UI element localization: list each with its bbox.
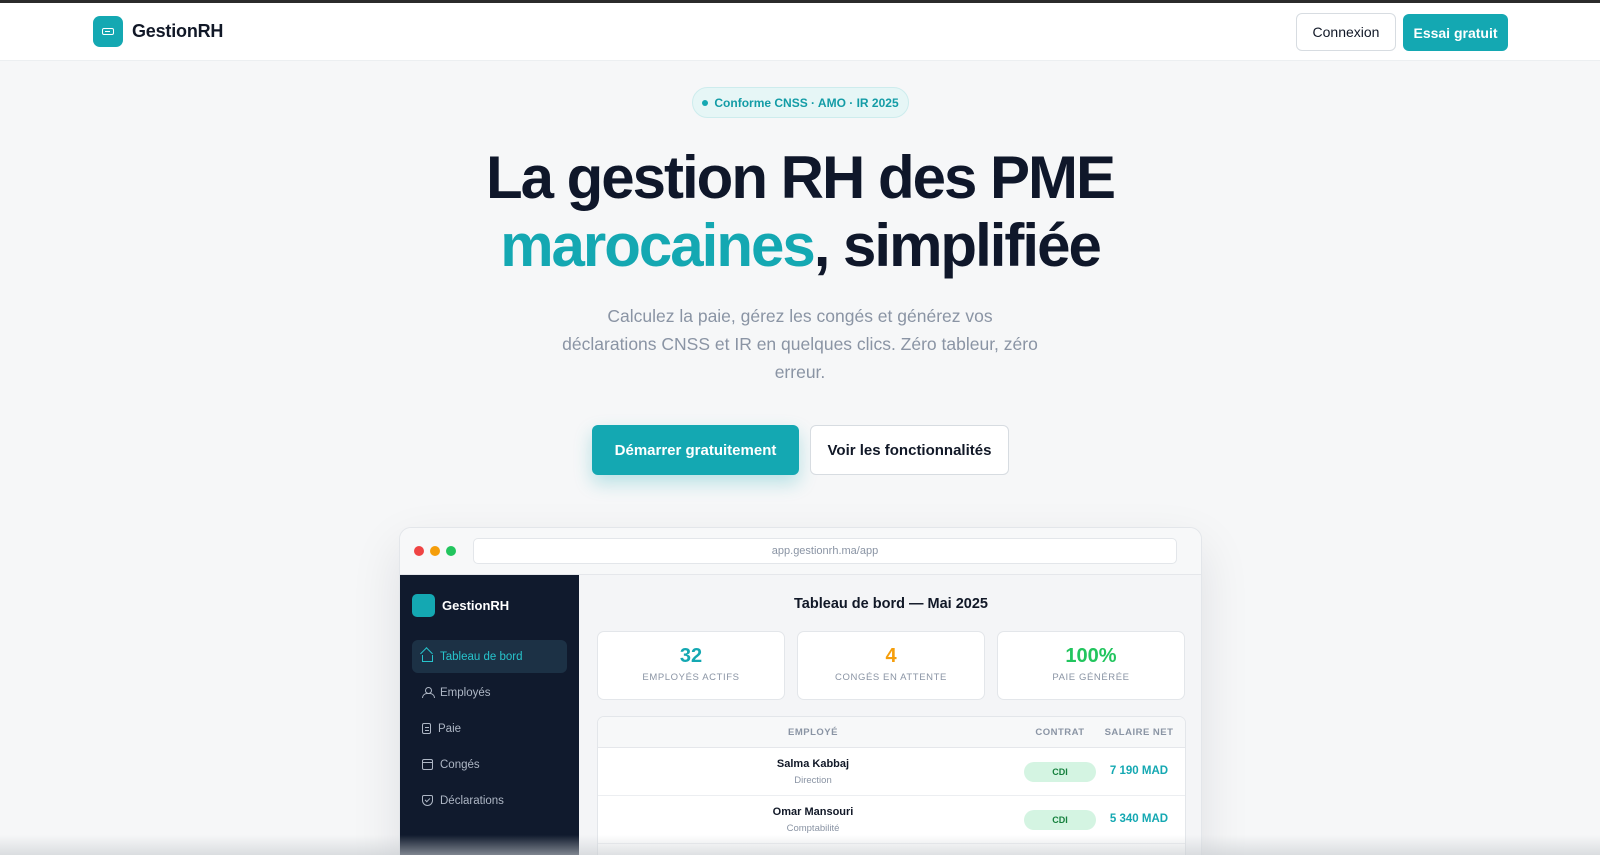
- hero-subtitle: Calculez la paie, gérez les congés et gé…: [562, 306, 1038, 382]
- maximize-dot-icon: [446, 546, 456, 556]
- sidebar-item-label: Tableau de bord: [440, 650, 523, 663]
- app-preview-window: app.gestionrh.ma/app GestionRH Tableau d…: [399, 527, 1202, 855]
- stat-value: 4: [885, 645, 897, 667]
- document-icon: [422, 723, 431, 734]
- sidebar-item-label: Employés: [440, 686, 491, 699]
- stat-card-pending-leave[interactable]: 4 CONGÉS EN ATTENTE: [797, 631, 985, 700]
- logo-icon: [93, 16, 123, 47]
- sidebar-item-employees[interactable]: Employés: [412, 676, 567, 709]
- top-navigation: GestionRH Connexion Essai gratuit: [0, 3, 1600, 61]
- sidebar-brand-name: GestionRH: [442, 598, 510, 613]
- net-salary: 5 340 MAD: [1109, 813, 1169, 825]
- app-sidebar: GestionRH Tableau de bord Employés Paie …: [400, 575, 579, 855]
- sidebar-brand: GestionRH: [412, 594, 509, 617]
- sidebar-item-label: Congés: [440, 758, 480, 771]
- stat-card-active-employees[interactable]: 32 EMPLOYÉS ACTIFS: [597, 631, 785, 700]
- table-row[interactable]: Salma Kabbaj Direction CDI 7 190 MAD: [598, 748, 1185, 796]
- sidebar-item-dashboard[interactable]: Tableau de bord: [412, 640, 567, 673]
- contract-badge: CDI: [1024, 810, 1096, 830]
- column-header-contract[interactable]: CONTRAT: [1024, 727, 1096, 738]
- badge-dot-icon: [702, 99, 709, 106]
- sidebar-item-label: Paie: [438, 722, 462, 735]
- sidebar-logo-icon: [412, 594, 435, 617]
- address-bar: app.gestionrh.ma/app: [473, 538, 1177, 564]
- stat-label: PAIE GÉNÉRÉE: [1052, 672, 1130, 683]
- employee-department: Comptabilité: [786, 823, 840, 834]
- dashboard-main: Tableau de bord — Mai 2025 32 EMPLOYÉS A…: [579, 575, 1201, 855]
- sidebar-item-declarations[interactable]: Déclarations: [412, 784, 567, 817]
- table-header: EMPLOYÉ CONTRAT SALAIRE NET: [598, 717, 1185, 748]
- hero-title-line1: La gestion RH des PME: [485, 144, 1116, 211]
- close-dot-icon: [414, 546, 424, 556]
- sidebar-item-leave[interactable]: Congés: [412, 748, 567, 781]
- free-trial-button[interactable]: Essai gratuit: [1403, 14, 1508, 51]
- dashboard-title: Tableau de bord — Mai 2025: [794, 596, 988, 612]
- compliance-badge: Conforme CNSS · AMO · IR 2025: [692, 87, 909, 118]
- minimize-dot-icon: [430, 546, 440, 556]
- brand[interactable]: GestionRH: [93, 16, 223, 47]
- stat-label: CONGÉS EN ATTENTE: [835, 672, 947, 683]
- hero-title-rest: , simplifiée: [813, 212, 1102, 279]
- net-salary: 7 190 MAD: [1109, 765, 1169, 777]
- browser-bar: app.gestionrh.ma/app: [400, 528, 1201, 575]
- column-header-salary[interactable]: SALAIRE NET: [1104, 727, 1174, 738]
- hero-title: La gestion RH des PME marocaines, simpli…: [400, 144, 1200, 280]
- bottom-fade: [0, 835, 1600, 855]
- sidebar-item-label: Déclarations: [440, 794, 504, 807]
- sidebar-item-payroll[interactable]: Paie: [412, 712, 567, 745]
- column-header-employee[interactable]: EMPLOYÉ: [598, 727, 1028, 738]
- contract-badge: CDI: [1024, 762, 1096, 782]
- shield-icon: [422, 795, 433, 806]
- stat-value: 32: [679, 645, 703, 667]
- users-icon: [422, 687, 435, 698]
- stat-card-payroll-generated[interactable]: 100% PAIE GÉNÉRÉE: [997, 631, 1185, 700]
- badge-label: Conforme CNSS · AMO · IR 2025: [714, 95, 899, 110]
- home-icon: [422, 655, 433, 662]
- employee-name: Salma Kabbaj: [776, 758, 850, 770]
- employee-name: Omar Mansouri: [772, 806, 854, 818]
- start-free-button[interactable]: Démarrer gratuitement: [592, 425, 799, 475]
- employee-department: Direction: [794, 775, 832, 786]
- brand-name: GestionRH: [132, 21, 224, 41]
- stat-label: EMPLOYÉS ACTIFS: [642, 672, 740, 683]
- see-features-button[interactable]: Voir les fonctionnalités: [810, 425, 1009, 475]
- hero-title-accent: marocaines: [500, 212, 816, 279]
- stat-value: 100%: [1065, 645, 1117, 667]
- login-button[interactable]: Connexion: [1296, 13, 1396, 51]
- calendar-icon: [422, 759, 433, 770]
